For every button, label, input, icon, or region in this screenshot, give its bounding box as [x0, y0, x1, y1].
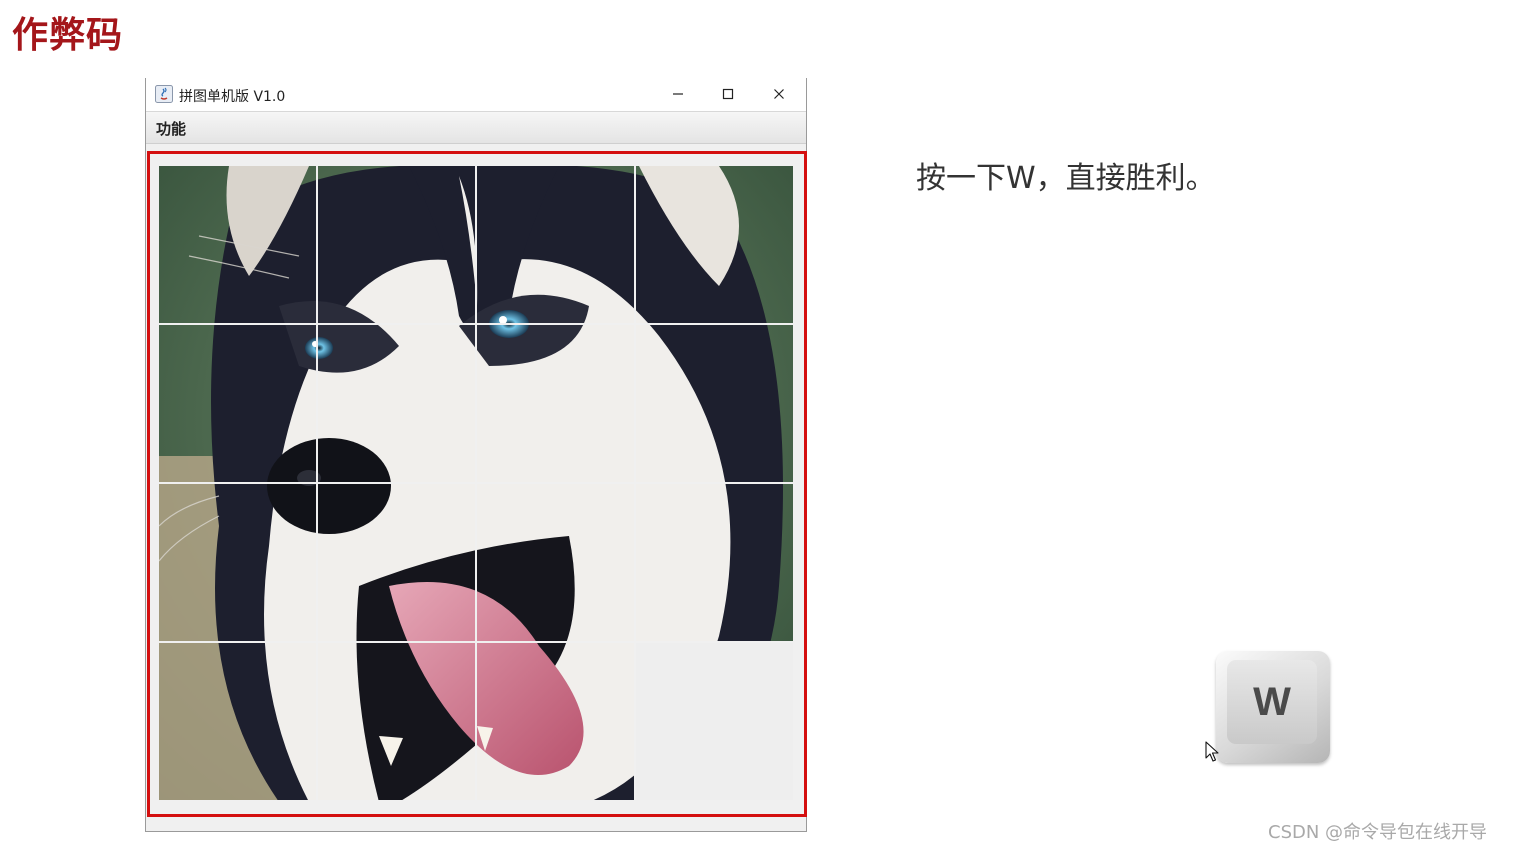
- maximize-icon: [722, 88, 734, 100]
- puzzle-tile-image: [477, 643, 634, 800]
- puzzle-tile[interactable]: [159, 325, 316, 482]
- puzzle-tile-image: [159, 325, 316, 482]
- puzzle-tile[interactable]: [318, 643, 475, 800]
- puzzle-tile-image: [636, 325, 793, 482]
- mouse-cursor-icon: [1205, 741, 1221, 763]
- window-title: 拼图单机版 V1.0: [179, 89, 286, 105]
- puzzle-tile[interactable]: [159, 643, 316, 800]
- puzzle-tile-image: [636, 484, 793, 641]
- puzzle-empty-tile[interactable]: [636, 643, 793, 800]
- puzzle-tile-image: [477, 166, 634, 323]
- menu-bar: 功能: [146, 112, 806, 144]
- puzzle-tile-image: [318, 484, 475, 641]
- window-titlebar[interactable]: 拼图单机版 V1.0: [146, 78, 806, 112]
- puzzle-tile[interactable]: [636, 325, 793, 482]
- puzzle-tile-image: [159, 643, 316, 800]
- slide-title: 作弊码: [12, 15, 124, 56]
- maximize-button[interactable]: [705, 78, 751, 110]
- puzzle-tile-image: [636, 166, 793, 323]
- puzzle-tile[interactable]: [477, 166, 634, 323]
- puzzle-tile-image: [318, 166, 475, 323]
- watermark-text: CSDN @命令导包在线开导: [1268, 822, 1488, 843]
- menu-function[interactable]: 功能: [156, 118, 186, 139]
- puzzle-tile[interactable]: [159, 484, 316, 641]
- close-button[interactable]: [756, 78, 802, 110]
- w-key-label: W: [1227, 660, 1317, 744]
- puzzle-tile-image: [318, 643, 475, 800]
- puzzle-tile[interactable]: [318, 484, 475, 641]
- puzzle-tile[interactable]: [636, 484, 793, 641]
- puzzle-tile[interactable]: [318, 166, 475, 323]
- puzzle-tile-image: [159, 166, 316, 323]
- puzzle-tile-image: [477, 325, 634, 482]
- java-app-icon: [155, 85, 173, 103]
- instruction-text: 按一下W，直接胜利。: [916, 161, 1216, 196]
- puzzle-tile[interactable]: [477, 643, 634, 800]
- puzzle-tile[interactable]: [159, 166, 316, 323]
- puzzle-tile[interactable]: [636, 166, 793, 323]
- puzzle-tile[interactable]: [318, 325, 475, 482]
- minimize-button[interactable]: [655, 78, 701, 110]
- puzzle-tile[interactable]: [477, 325, 634, 482]
- puzzle-game-window: 拼图单机版 V1.0 功能: [145, 78, 807, 832]
- puzzle-tile-image: [318, 325, 475, 482]
- puzzle-tile-image: [159, 484, 316, 641]
- puzzle-tile[interactable]: [477, 484, 634, 641]
- puzzle-tile-image: [477, 484, 634, 641]
- close-icon: [773, 88, 785, 100]
- w-key[interactable]: W: [1216, 651, 1330, 763]
- minimize-icon: [672, 88, 684, 100]
- puzzle-board: [159, 166, 795, 802]
